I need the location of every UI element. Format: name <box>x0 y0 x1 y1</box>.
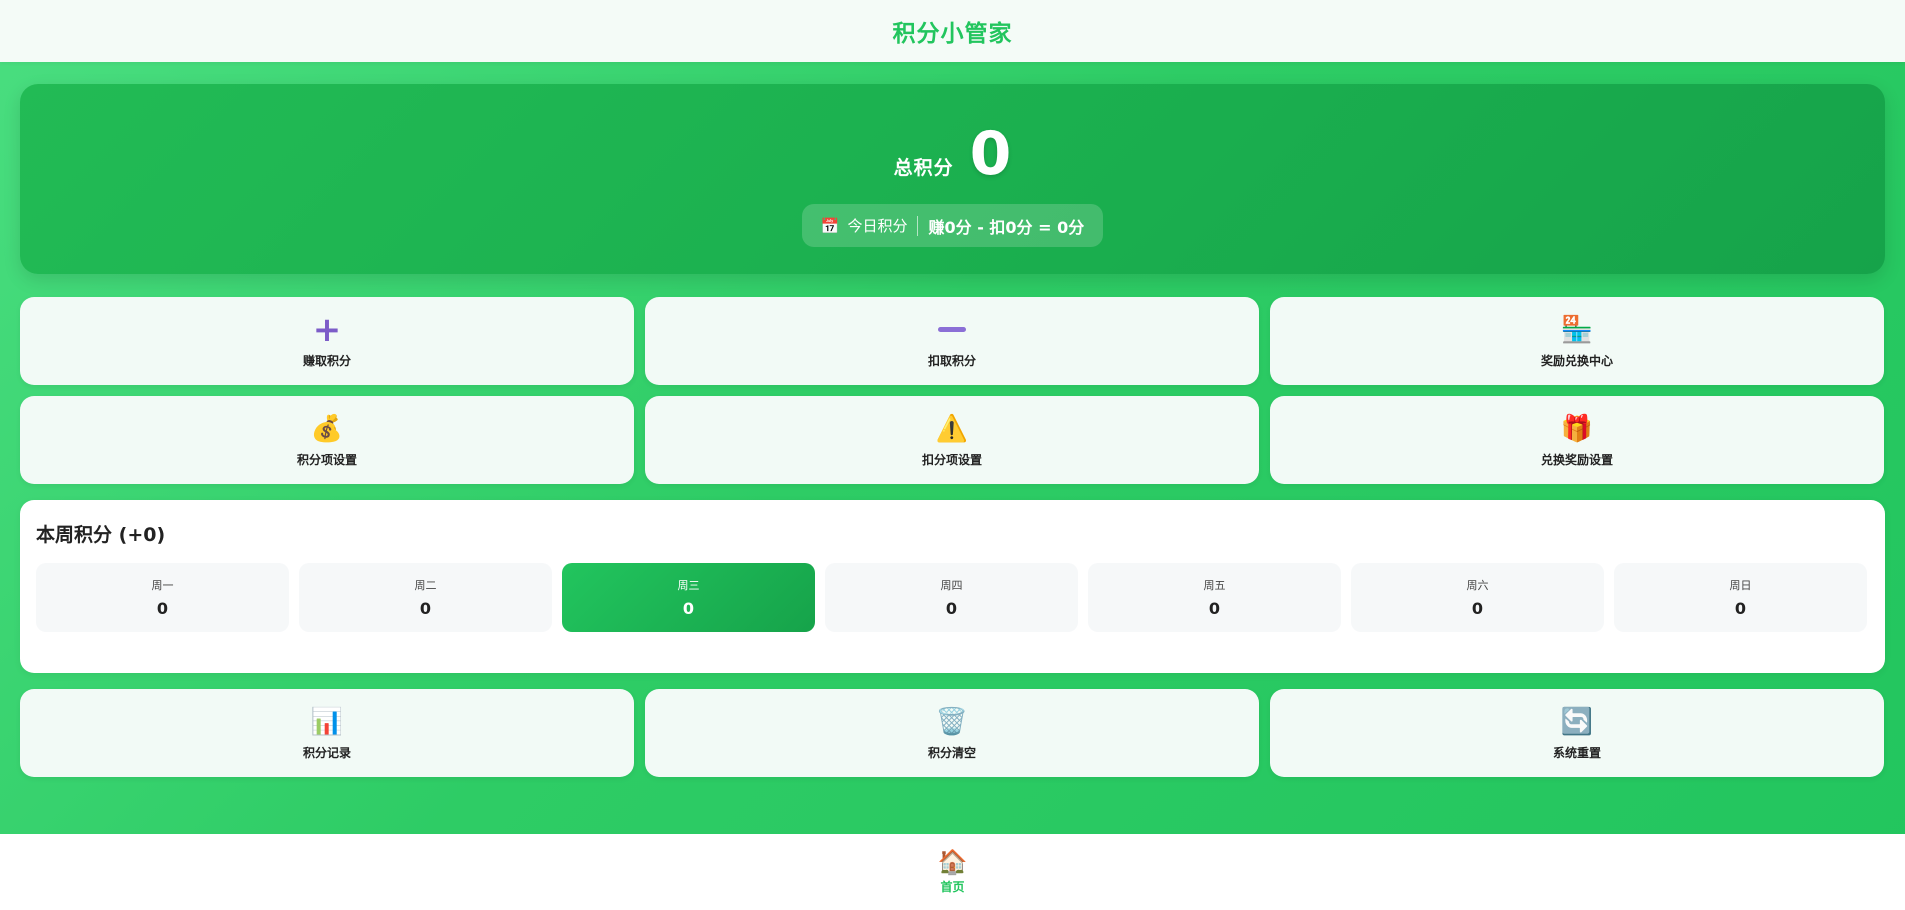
earn-points-button[interactable]: + 赚取积分 <box>20 297 634 385</box>
minus-icon <box>938 314 966 346</box>
earn-points-label: 赚取积分 <box>302 353 351 368</box>
bar-chart-icon: 📊 <box>310 706 344 737</box>
day-tile-wed[interactable]: 周三 0 <box>562 563 815 632</box>
total-score-value: 0 <box>969 119 1012 189</box>
weekly-points-title: 本周积分 (+0) <box>36 520 165 547</box>
app-header: 积分小管家 <box>0 0 1905 62</box>
weekly-points-title-text: 本周积分 <box>36 524 113 546</box>
day-name: 周五 <box>1203 579 1226 592</box>
day-tile-thu[interactable]: 周四 0 <box>825 563 1078 632</box>
today-divider <box>917 215 919 236</box>
trash-icon: 🗑️ <box>935 706 969 737</box>
day-tile-sun[interactable]: 周日 0 <box>1614 563 1867 632</box>
reward-settings-button[interactable]: 🎁 兑换奖励设置 <box>1270 396 1884 484</box>
total-score-label: 总积分 <box>893 157 954 179</box>
day-value: 0 <box>682 599 695 618</box>
day-value: 0 <box>156 599 169 618</box>
clear-points-button[interactable]: 🗑️ 积分清空 <box>645 689 1259 777</box>
day-value: 0 <box>945 599 958 618</box>
reward-settings-label: 兑换奖励设置 <box>1540 452 1613 467</box>
refresh-icon: 🔄 <box>1560 706 1594 737</box>
today-score-formula: 赚0分 - 扣0分 = 0分 <box>928 217 1085 237</box>
day-value: 0 <box>1734 599 1747 618</box>
day-tile-fri[interactable]: 周五 0 <box>1088 563 1341 632</box>
clear-points-label: 积分清空 <box>927 745 976 760</box>
day-value: 0 <box>1471 599 1484 618</box>
system-reset-label: 系统重置 <box>1552 745 1601 760</box>
plus-icon: + <box>312 309 342 350</box>
weekly-points-delta: (+0) <box>118 524 166 546</box>
app-title: 积分小管家 <box>892 21 1013 47</box>
deduct-items-settings-label: 扣分项设置 <box>921 452 982 467</box>
calendar-icon: 📅 <box>820 216 840 235</box>
nav-home[interactable]: 🏠 首页 <box>938 850 968 895</box>
nav-home-label: 首页 <box>940 879 965 894</box>
system-reset-button[interactable]: 🔄 系统重置 <box>1270 689 1884 777</box>
points-history-button[interactable]: 📊 积分记录 <box>20 689 634 777</box>
warning-icon: ⚠️ <box>935 413 969 444</box>
day-name: 周三 <box>677 579 700 592</box>
bottom-nav: 🏠 首页 <box>0 834 1905 910</box>
total-score-card: 总积分 0 📅 今日积分 赚0分 - 扣0分 = 0分 <box>20 84 1885 274</box>
gift-icon: 🎁 <box>1560 413 1594 444</box>
earn-items-settings-button[interactable]: 💰 积分项设置 <box>20 396 634 484</box>
day-value: 0 <box>1208 599 1221 618</box>
day-name: 周日 <box>1729 579 1752 592</box>
deduct-points-label: 扣取积分 <box>927 353 976 368</box>
day-name: 周一 <box>151 579 174 592</box>
today-score-pill: 📅 今日积分 赚0分 - 扣0分 = 0分 <box>802 204 1103 247</box>
points-history-label: 积分记录 <box>302 745 351 760</box>
reward-exchange-button[interactable]: 🏪 奖励兑换中心 <box>1270 297 1884 385</box>
reward-exchange-label: 奖励兑换中心 <box>1540 353 1613 368</box>
day-tile-sat[interactable]: 周六 0 <box>1351 563 1604 632</box>
home-icon: 🏠 <box>937 847 968 876</box>
store-icon: 🏪 <box>1560 314 1594 345</box>
day-name: 周六 <box>1466 579 1489 592</box>
total-score-row: 总积分 0 <box>20 124 1885 184</box>
day-tile-tue[interactable]: 周二 0 <box>299 563 552 632</box>
day-value: 0 <box>419 599 432 618</box>
deduct-points-button[interactable]: 扣取积分 <box>645 297 1259 385</box>
earn-items-settings-label: 积分项设置 <box>296 452 357 467</box>
day-name: 周四 <box>940 579 963 592</box>
day-tile-mon[interactable]: 周一 0 <box>36 563 289 632</box>
money-bag-icon: 💰 <box>310 413 344 444</box>
weekly-points-card: 本周积分 (+0) 周一 0 周二 0 周三 0 周四 0 周五 0 周六 0 … <box>20 500 1885 673</box>
today-score-label: 今日积分 <box>847 217 908 235</box>
day-name: 周二 <box>414 579 437 592</box>
deduct-items-settings-button[interactable]: ⚠️ 扣分项设置 <box>645 396 1259 484</box>
